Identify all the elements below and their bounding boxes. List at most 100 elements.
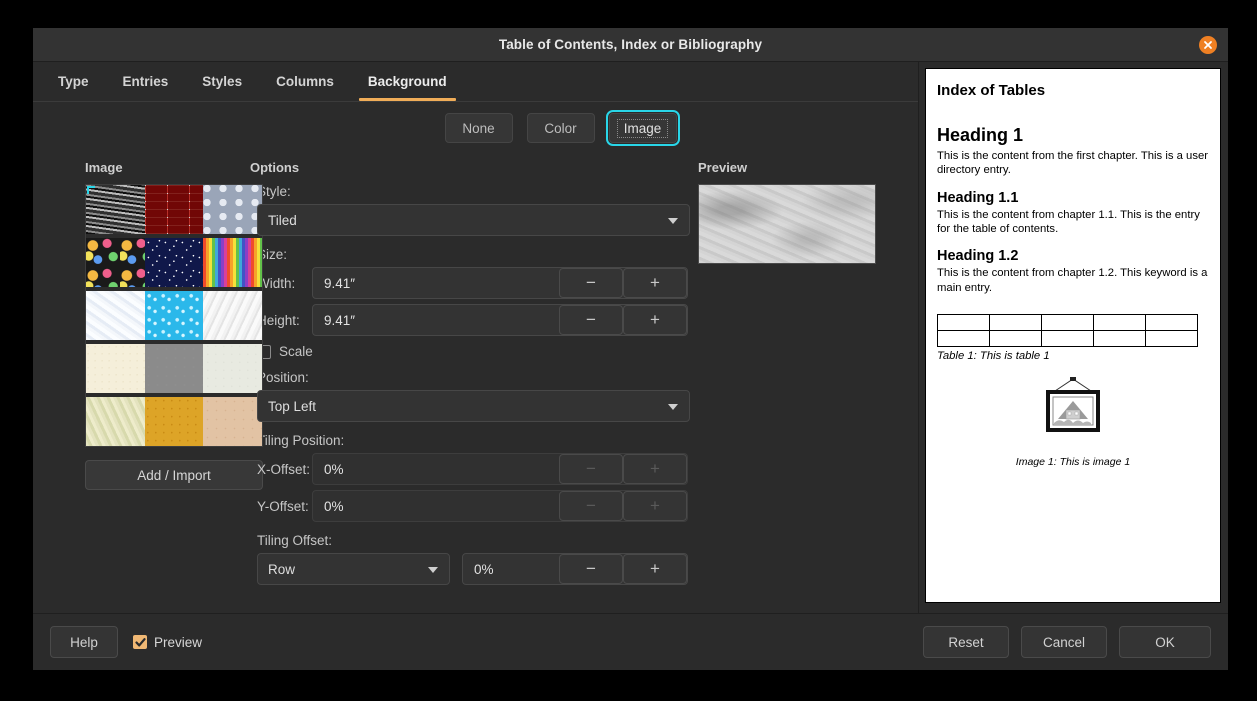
reset-button[interactable]: Reset bbox=[923, 626, 1009, 658]
document-preview-pane: Index of Tables Heading 1 This is the co… bbox=[919, 62, 1227, 613]
width-decrement-button[interactable]: − bbox=[559, 268, 623, 298]
preview-checkbox-row[interactable]: Preview bbox=[133, 635, 202, 650]
x-offset-stepper: 0% − + bbox=[312, 453, 688, 485]
chevron-down-icon bbox=[428, 567, 438, 573]
tab-columns[interactable]: Columns bbox=[259, 62, 351, 101]
table-cell bbox=[990, 331, 1042, 347]
tab-background[interactable]: Background bbox=[351, 62, 464, 101]
image-gallery[interactable] bbox=[85, 184, 263, 447]
preview-paragraph-1: This is the content from the first chapt… bbox=[937, 149, 1209, 178]
table-cell bbox=[1094, 331, 1146, 347]
gallery-row bbox=[86, 397, 262, 446]
position-label: Position: bbox=[257, 370, 688, 385]
style-label: Style: bbox=[257, 184, 688, 199]
tiling-offset-increment-button[interactable]: + bbox=[623, 554, 687, 584]
tiling-offset-label: Tiling Offset: bbox=[257, 533, 688, 548]
add-import-button[interactable]: Add / Import bbox=[85, 460, 263, 490]
y-offset-stepper: 0% − + bbox=[312, 490, 688, 522]
gallery-thumb-golden-cork[interactable] bbox=[145, 397, 204, 446]
background-type-image-button[interactable]: Image bbox=[609, 113, 677, 143]
tab-columns-label: Columns bbox=[276, 74, 334, 89]
preview-column: Preview bbox=[688, 154, 918, 613]
preview-checkbox[interactable] bbox=[133, 635, 147, 649]
table-cell bbox=[938, 331, 990, 347]
preview-paragraph-1-2: This is the content from chapter 1.2. Th… bbox=[937, 266, 1209, 295]
x-offset-decrement-button: − bbox=[559, 454, 623, 484]
tab-background-label: Background bbox=[368, 74, 447, 89]
y-offset-field-row: Y-Offset: 0% − + bbox=[257, 490, 688, 522]
gallery-thumb-night-sky-stars[interactable] bbox=[145, 238, 204, 287]
help-button[interactable]: Help bbox=[50, 626, 118, 658]
scale-label: Scale bbox=[279, 344, 313, 359]
position-value: Top Left bbox=[268, 399, 316, 414]
gallery-row bbox=[86, 185, 262, 234]
tab-styles[interactable]: Styles bbox=[185, 62, 259, 101]
options-section-title: Options bbox=[250, 160, 688, 175]
dialog-footer: Help Preview Reset Cancel OK bbox=[33, 613, 1228, 670]
gallery-thumb-white-texture[interactable] bbox=[203, 291, 262, 340]
height-input[interactable]: 9.41″ bbox=[313, 313, 559, 328]
preview-heading-1-2: Heading 1.2 bbox=[937, 248, 1209, 264]
gallery-thumb-pale-green-paper[interactable] bbox=[86, 397, 145, 446]
table-cell bbox=[990, 315, 1042, 331]
tiling-offset-decrement-button[interactable]: − bbox=[559, 554, 623, 584]
preview-heading-1: Heading 1 bbox=[937, 125, 1209, 146]
gallery-thumb-white-marble[interactable] bbox=[86, 291, 145, 340]
gallery-thumb-stone-wall-gray[interactable] bbox=[86, 185, 145, 234]
width-increment-button[interactable]: + bbox=[623, 268, 687, 298]
gallery-thumb-floral-colorful[interactable] bbox=[86, 238, 145, 287]
ok-button[interactable]: OK bbox=[1119, 626, 1211, 658]
tab-entries[interactable]: Entries bbox=[106, 62, 186, 101]
height-decrement-button[interactable]: − bbox=[559, 305, 623, 335]
background-type-color-label: Color bbox=[544, 121, 576, 136]
y-offset-label: Y-Offset: bbox=[257, 499, 312, 514]
footer-action-buttons: Reset Cancel OK bbox=[923, 626, 1211, 658]
gallery-thumb-water-blue[interactable] bbox=[145, 291, 204, 340]
dialog-titlebar: Table of Contents, Index or Bibliography bbox=[33, 28, 1228, 62]
background-type-none-button[interactable]: None bbox=[445, 113, 513, 143]
table-cell bbox=[1094, 315, 1146, 331]
background-type-color-button[interactable]: Color bbox=[527, 113, 595, 143]
background-preview-thumbnail bbox=[698, 184, 876, 264]
gallery-thumb-cream-paper[interactable] bbox=[86, 344, 145, 393]
gallery-thumb-light-beige[interactable] bbox=[203, 344, 262, 393]
gallery-thumb-color-stripes[interactable] bbox=[203, 238, 262, 287]
image-section-title: Image bbox=[85, 160, 243, 175]
preview-table-caption: Table 1: This is table 1 bbox=[937, 350, 1209, 362]
width-input[interactable]: 9.41″ bbox=[313, 276, 559, 291]
ok-label: OK bbox=[1155, 635, 1175, 650]
tiling-offset-input[interactable]: 0% bbox=[463, 562, 559, 577]
tiling-offset-stepper[interactable]: 0% − + bbox=[462, 553, 688, 585]
y-offset-increment-button: + bbox=[623, 491, 687, 521]
table-cell bbox=[1146, 315, 1198, 331]
gallery-thumb-tan-parchment[interactable] bbox=[203, 397, 262, 446]
width-label: Width: bbox=[257, 276, 312, 291]
tab-bar: Type Entries Styles Columns Background bbox=[33, 62, 918, 102]
gallery-thumb-gray-concrete[interactable] bbox=[145, 344, 204, 393]
gallery-row bbox=[86, 291, 262, 340]
gallery-thumb-cobblestone-blue[interactable] bbox=[203, 185, 262, 234]
cancel-label: Cancel bbox=[1043, 635, 1085, 650]
table-cell bbox=[1042, 315, 1094, 331]
options-column: Options Style: Tiled Size: Width: 9.41″ … bbox=[243, 154, 688, 613]
height-stepper[interactable]: 9.41″ − + bbox=[312, 304, 688, 336]
cancel-button[interactable]: Cancel bbox=[1021, 626, 1107, 658]
x-offset-label: X-Offset: bbox=[257, 462, 312, 477]
height-increment-button[interactable]: + bbox=[623, 305, 687, 335]
dialog-title: Table of Contents, Index or Bibliography bbox=[499, 37, 762, 52]
gallery-thumb-brick-red[interactable] bbox=[145, 185, 204, 234]
settings-pane: Type Entries Styles Columns Background N… bbox=[33, 62, 919, 613]
position-dropdown[interactable]: Top Left bbox=[257, 390, 690, 422]
tab-type[interactable]: Type bbox=[41, 62, 106, 101]
style-dropdown[interactable]: Tiled bbox=[257, 204, 690, 236]
x-offset-field-row: X-Offset: 0% − + bbox=[257, 453, 688, 485]
preview-image-block bbox=[937, 375, 1209, 444]
width-stepper[interactable]: 9.41″ − + bbox=[312, 267, 688, 299]
background-type-image-label: Image bbox=[617, 119, 669, 138]
preview-index-title: Index of Tables bbox=[937, 82, 1209, 99]
close-icon[interactable] bbox=[1199, 36, 1217, 54]
dialog-body: Type Entries Styles Columns Background N… bbox=[33, 62, 1228, 613]
tiling-offset-row: Row 0% − + bbox=[257, 553, 688, 585]
scale-checkbox-row[interactable]: Scale bbox=[257, 344, 688, 359]
tiling-offset-mode-dropdown[interactable]: Row bbox=[257, 553, 450, 585]
